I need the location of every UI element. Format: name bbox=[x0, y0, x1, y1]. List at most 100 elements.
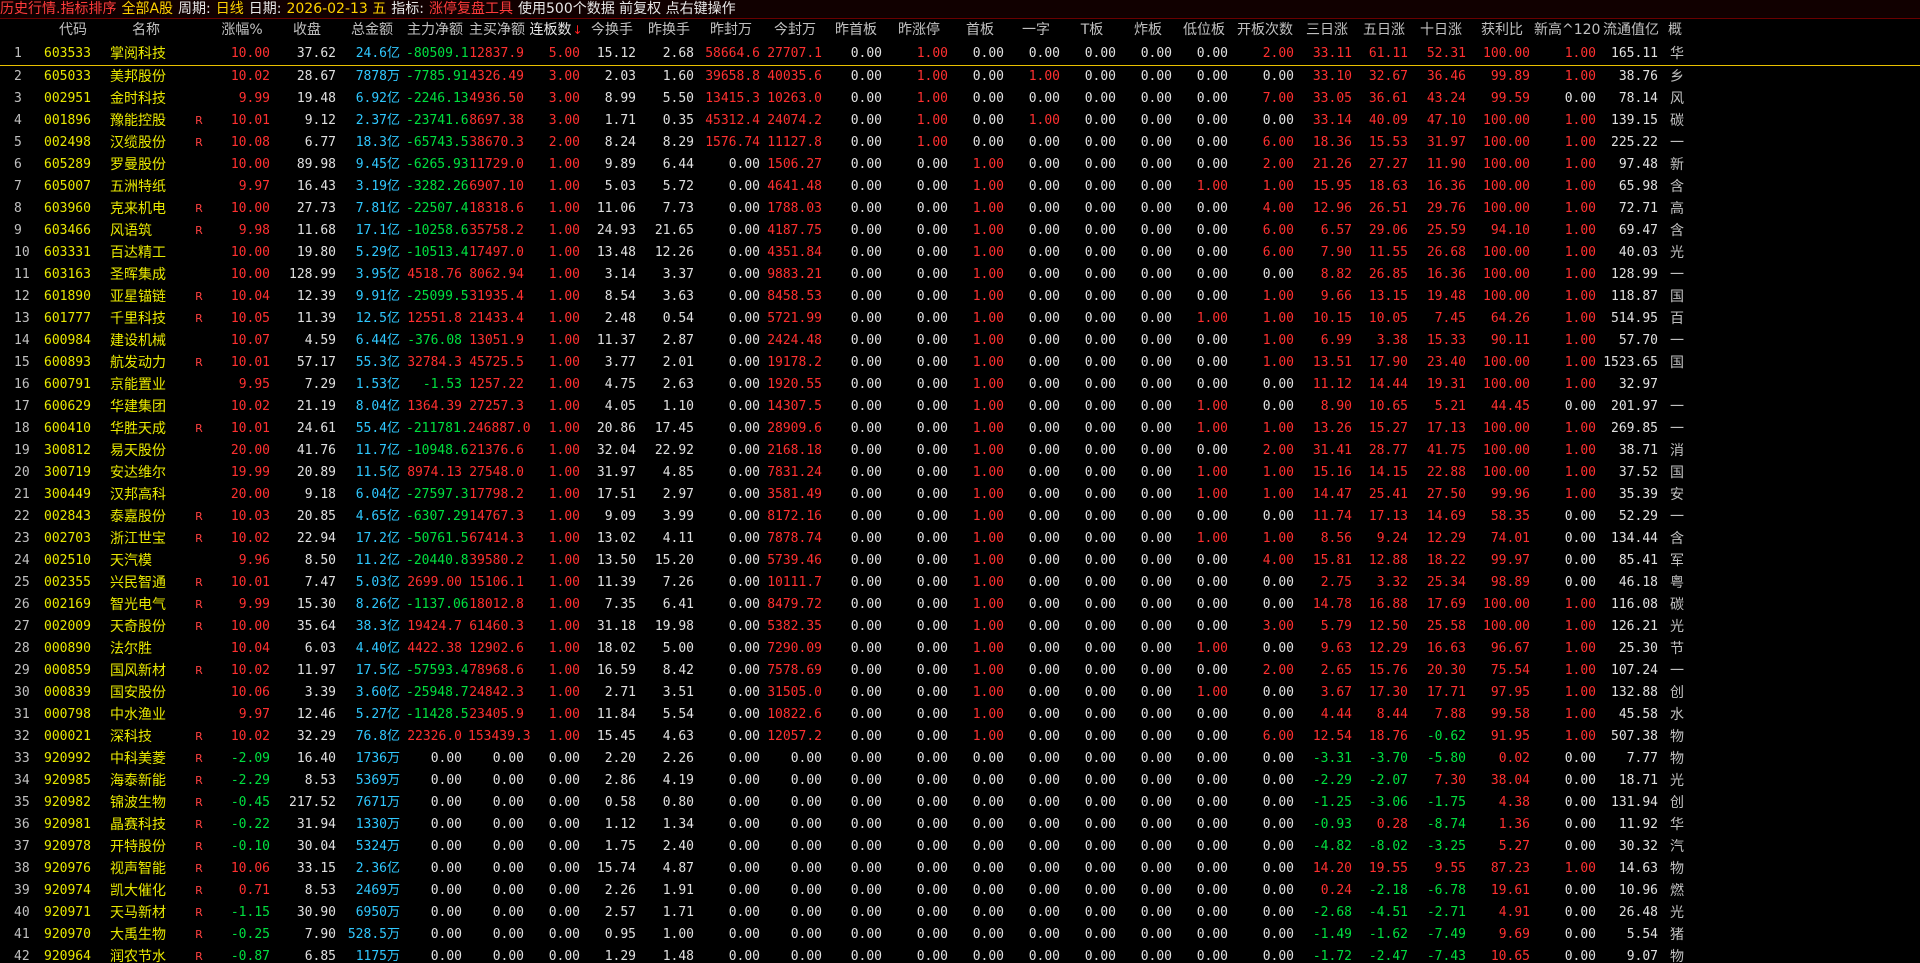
table-row[interactable]: 26 002169 智光电气 R 9.99 15.30 8.26亿 -1137.06 18012… bbox=[0, 594, 1920, 616]
table-row[interactable]: 35 920982 锦波生物 R -0.45 217.52 7671万 0.00 0.00 0.0… bbox=[0, 792, 1920, 814]
table-row[interactable]: 3 002951 金时科技 9.99 19.48 6.92亿 -2246.13 4936.50… bbox=[0, 88, 1920, 110]
gain-3d-cell: 8.90 bbox=[1320, 399, 1352, 414]
header-low-position-board[interactable]: 低位板 bbox=[1176, 19, 1232, 41]
main-buy-net-cell: 17497.0 bbox=[469, 245, 524, 260]
seal-today-cell: 14307.5 bbox=[767, 399, 822, 414]
table-row[interactable]: 29 000859 国风新材 R 10.02 11.97 17.5亿 -57593.4 7896… bbox=[0, 660, 1920, 682]
table-row[interactable]: 41 920970 大禹生物 R -0.25 7.90 528.5万 0.00 0.00 0.00… bbox=[0, 924, 1920, 946]
table-row[interactable]: 37 920978 开特股份 R -0.10 30.04 5324万 0.00 0.00 0.00… bbox=[0, 836, 1920, 858]
open-board-count-cell: 0.00 bbox=[1262, 707, 1294, 722]
gain-10d-cell: 47.10 bbox=[1426, 113, 1466, 128]
one-word-board-cell: 0.00 bbox=[1028, 905, 1060, 920]
table-row[interactable]: 25 002355 兴民智通 R 10.01 7.47 5.03亿 2699.00 15106.… bbox=[0, 572, 1920, 594]
table-row[interactable]: 36 920981 晶赛科技 R -0.22 31.94 1330万 0.00 0.00 0.00… bbox=[0, 814, 1920, 836]
module-title[interactable]: 历史行情.指标排序 bbox=[0, 0, 116, 18]
header-first-board[interactable]: 首板 bbox=[952, 19, 1008, 41]
stock-code-cell: 603960 bbox=[44, 201, 91, 216]
table-row[interactable]: 17 600629 华建集团 10.02 21.19 8.04亿 1364.39 27257.… bbox=[0, 396, 1920, 418]
table-row[interactable]: 20 300719 安达维尔 19.99 20.89 11.5亿 8974.13 27548.… bbox=[0, 462, 1920, 484]
seal-yesterday-cell: 0.00 bbox=[728, 575, 760, 590]
gain-3d-cell: 6.57 bbox=[1320, 223, 1352, 238]
header-turnover-yesterday[interactable]: 昨换手 bbox=[640, 19, 698, 41]
table-row[interactable]: 7 605007 五洲特纸 9.97 16.43 3.19亿 -3282.26 6907.10… bbox=[0, 176, 1920, 198]
table-row[interactable]: 27 002009 天奇股份 R 10.00 35.64 38.3亿 19424.7 61460… bbox=[0, 616, 1920, 638]
header-close-price[interactable]: 收盘 bbox=[274, 19, 340, 41]
table-row[interactable]: 8 603960 克来机电 R 10.00 27.73 7.81亿 -22507.4 18318… bbox=[0, 198, 1920, 220]
table-row[interactable]: 30 000839 国安股份 10.06 3.39 3.60亿 -25948.7 24842.… bbox=[0, 682, 1920, 704]
header-one-word-board[interactable]: 一字 bbox=[1008, 19, 1064, 41]
first-board-cell: 0.00 bbox=[972, 883, 1004, 898]
table-row[interactable]: 39 920974 凯大催化 R 0.71 8.53 2469万 0.00 0.00 0.00 2.… bbox=[0, 880, 1920, 902]
header-margin-flag[interactable] bbox=[184, 19, 210, 41]
table-row[interactable]: 1 603533 掌阅科技 10.00 37.62 24.6亿 -80509.1 12837.… bbox=[0, 43, 1920, 66]
header-profit-ratio[interactable]: 获利比 bbox=[1470, 19, 1534, 41]
table-row[interactable]: 16 600791 京能置业 9.95 7.29 1.53亿 -1.53 1257.22 1.0… bbox=[0, 374, 1920, 396]
header-seal-today[interactable]: 今封万 bbox=[764, 19, 826, 41]
turnover-today-cell: 3.14 bbox=[604, 267, 636, 282]
period-selector[interactable]: 日线 bbox=[216, 0, 244, 18]
table-row[interactable]: 6 605289 罗曼股份 10.00 89.98 9.45亿 -6265.93 11729.… bbox=[0, 154, 1920, 176]
table-row[interactable]: 38 920976 视声智能 R 10.06 33.15 2.36亿 0.00 0.00 0.00… bbox=[0, 858, 1920, 880]
header-t-board[interactable]: T板 bbox=[1064, 19, 1120, 41]
table-row[interactable]: 14 600984 建设机械 10.07 4.59 6.44亿 -376.08 13051.9… bbox=[0, 330, 1920, 352]
table-row[interactable]: 32 000021 深科技 R 10.02 32.29 76.8亿 22326.0 153439… bbox=[0, 726, 1920, 748]
failed-board-cell: 0.00 bbox=[1140, 883, 1172, 898]
table-row[interactable]: 28 000890 法尔胜 10.04 6.03 4.40亿 4422.38 12902.6 1… bbox=[0, 638, 1920, 660]
header-main-buy-net[interactable]: 主买净额 bbox=[466, 19, 528, 41]
header-float-value[interactable]: 流通值亿 bbox=[1600, 19, 1662, 41]
row-index-cell: 35 bbox=[14, 795, 30, 810]
header-new-high-120d[interactable]: 新高^120D bbox=[1534, 19, 1600, 41]
header-total-amount[interactable]: 总金额 bbox=[340, 19, 404, 41]
table-row[interactable]: 40 920971 天马新材 R -1.15 30.90 6950万 0.00 0.00 0.00… bbox=[0, 902, 1920, 924]
market-selector[interactable]: 全部A股 bbox=[121, 0, 173, 18]
table-row[interactable]: 42 920964 润农节水 R -0.87 6.85 1175万 0.00 0.00 0.00 1… bbox=[0, 946, 1920, 963]
stock-code-cell: 920970 bbox=[44, 927, 91, 942]
table-row[interactable]: 9 603466 风语筑 R 9.98 11.68 17.1亿 -10258.6 35758.2… bbox=[0, 220, 1920, 242]
header-main-net[interactable]: 主力净额 bbox=[404, 19, 466, 41]
seal-today-cell: 8172.16 bbox=[767, 509, 822, 524]
table-row[interactable]: 13 601777 千里科技 R 10.05 11.39 12.5亿 12551.8 21433… bbox=[0, 308, 1920, 330]
table-row[interactable]: 11 603163 圣晖集成 10.00 128.99 3.95亿 4518.76 8062.… bbox=[0, 264, 1920, 286]
row-index-cell: 15 bbox=[14, 355, 30, 370]
indicator-selector[interactable]: 涨停复盘工具 bbox=[429, 0, 513, 18]
stock-code-cell: 605033 bbox=[44, 69, 91, 84]
header-stock-code[interactable]: 代码 bbox=[38, 19, 108, 41]
header-prev-limit-up[interactable]: 昨涨停 bbox=[886, 19, 952, 41]
table-row[interactable]: 18 600410 华胜天成 R 10.01 24.61 55.4亿 -211781.9246… bbox=[0, 418, 1920, 440]
table-row[interactable]: 33 920992 中科美菱 R -2.09 16.40 1736万 0.00 0.00 0.00… bbox=[0, 748, 1920, 770]
table-row[interactable]: 19 300812 易天股份 20.00 41.76 11.7亿 -10948.6 21376… bbox=[0, 440, 1920, 462]
table-row[interactable]: 4 001896 豫能控股 R 10.01 9.12 2.37亿 -23741.6 8697.3… bbox=[0, 110, 1920, 132]
table-row[interactable]: 12 601890 亚星锚链 R 10.04 12.39 9.91亿 -25099.5 3193… bbox=[0, 286, 1920, 308]
header-prev-first-board[interactable]: 昨首板 bbox=[826, 19, 886, 41]
table-row[interactable]: 24 002510 天汽模 9.96 8.50 11.2亿 -20440.8 39580.2 1… bbox=[0, 550, 1920, 572]
table-row[interactable]: 34 920985 海泰新能 R -2.29 8.53 5369万 0.00 0.00 0.00 2… bbox=[0, 770, 1920, 792]
header-turnover-today[interactable]: 今换手 bbox=[584, 19, 640, 41]
table-row[interactable]: 23 002703 浙江世宝 R 10.02 22.94 17.2亿 -50761.5 6741… bbox=[0, 528, 1920, 550]
header-concept[interactable]: 概 bbox=[1662, 19, 1688, 41]
header-change-pct[interactable]: 涨幅% bbox=[210, 19, 274, 41]
table-row[interactable]: 5 002498 汉缆股份 R 10.08 6.77 18.3亿 -65743.5 38670.… bbox=[0, 132, 1920, 154]
concept-cell: 含 bbox=[1670, 179, 1684, 195]
header-seal-yesterday[interactable]: 昨封万 bbox=[698, 19, 764, 41]
table-row[interactable]: 2 605033 美邦股份 10.02 28.67 7878万 -7785.91 4326.4… bbox=[0, 66, 1920, 88]
header-gain-10d[interactable]: 十日涨 bbox=[1412, 19, 1470, 41]
header-row-index[interactable] bbox=[0, 19, 38, 41]
prev-limit-up-cell: 0.00 bbox=[916, 509, 948, 524]
row-index-cell: 26 bbox=[14, 597, 30, 612]
header-board-count[interactable]: 连板数↓ bbox=[528, 19, 584, 41]
seal-yesterday-cell: 0.00 bbox=[728, 421, 760, 436]
header-stock-name[interactable]: 名称 bbox=[108, 19, 184, 41]
table-row[interactable]: 22 002843 泰嘉股份 R 10.03 20.85 4.65亿 -6307.29 1476… bbox=[0, 506, 1920, 528]
close-price-cell: 31.94 bbox=[296, 817, 336, 832]
header-gain-5d[interactable]: 五日涨 bbox=[1356, 19, 1412, 41]
gain-3d-cell: 10.15 bbox=[1312, 311, 1352, 326]
header-gain-3d[interactable]: 三日涨 bbox=[1298, 19, 1356, 41]
header-open-board-count[interactable]: 开板次数 bbox=[1232, 19, 1298, 41]
table-row[interactable]: 10 603331 百达精工 10.00 19.80 5.29亿 -10513.4 17497… bbox=[0, 242, 1920, 264]
date-selector[interactable]: 2026-02-13 五 bbox=[286, 0, 386, 18]
table-row[interactable]: 15 600893 航发动力 R 10.01 57.17 55.3亿 32784.3 45725… bbox=[0, 352, 1920, 374]
table-row[interactable]: 21 300449 汉邦高科 20.00 9.18 6.04亿 -27597.3 17798.… bbox=[0, 484, 1920, 506]
table-row[interactable]: 31 000798 中水渔业 9.97 12.46 5.27亿 -11428.5 23405.… bbox=[0, 704, 1920, 726]
main-buy-net-cell: 14767.3 bbox=[469, 509, 524, 524]
header-failed-board[interactable]: 炸板 bbox=[1120, 19, 1176, 41]
